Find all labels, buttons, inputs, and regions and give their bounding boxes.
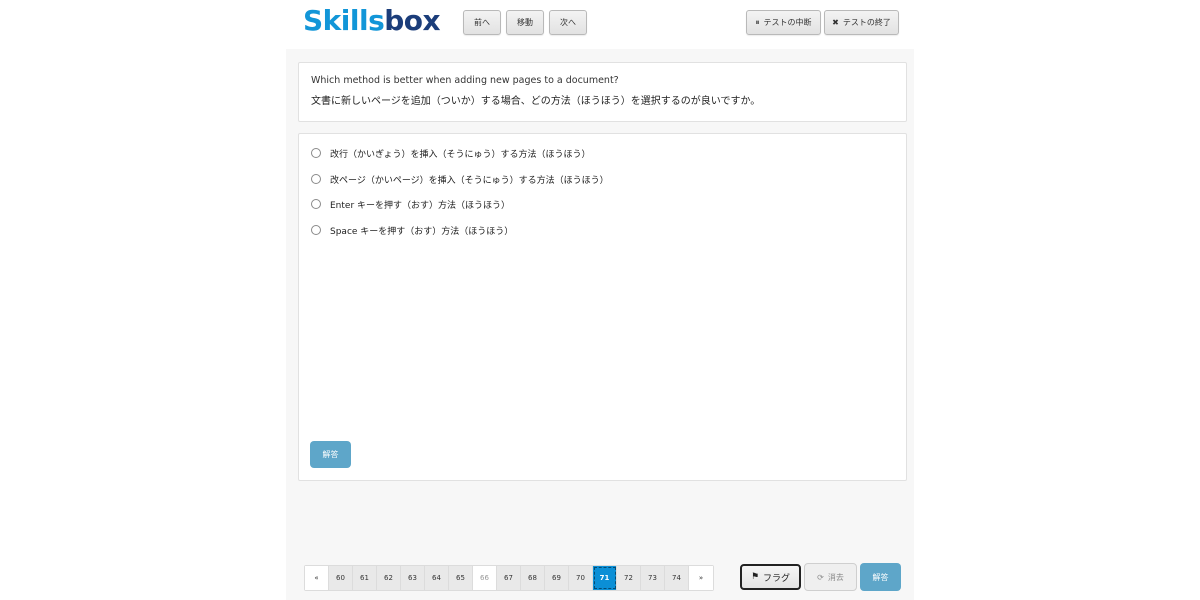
- options-card: 改行（かいぎょう）を挿入（そうにゅう）する方法（ほうほう） 改ページ（かいページ…: [298, 133, 907, 481]
- option-3[interactable]: Enter キーを押す（おす）方法（ほうほう）: [311, 196, 510, 212]
- page-button-current[interactable]: 71: [593, 566, 617, 590]
- flag-label: フラグ: [763, 573, 791, 584]
- option-4[interactable]: Space キーを押す（おす）方法（ほうほう）: [311, 222, 513, 238]
- page-button[interactable]: 69: [545, 566, 569, 590]
- flag-icon: ⚑: [750, 572, 760, 582]
- move-button[interactable]: 移動: [506, 10, 544, 35]
- option-label: Space キーを押す（おす）方法（ほうほう）: [330, 226, 514, 237]
- page-last-button[interactable]: »: [689, 566, 713, 590]
- close-icon: ✖: [832, 18, 839, 27]
- next-button[interactable]: 次へ: [549, 10, 587, 35]
- option-label: 改ページ（かいページ）を挿入（そうにゅう）する方法（ほうほう）: [330, 175, 609, 186]
- page-button[interactable]: 72: [617, 566, 641, 590]
- radio-button[interactable]: [311, 225, 321, 235]
- pagination: « 60 61 62 63 64 65 66 67 68 69 70 71 72…: [304, 565, 714, 591]
- radio-button[interactable]: [311, 174, 321, 184]
- question-card: Which method is better when adding new p…: [298, 62, 907, 122]
- radio-button[interactable]: [311, 199, 321, 209]
- refresh-icon: ⟳: [817, 572, 824, 582]
- next-label: 次へ: [560, 18, 576, 27]
- flag-button[interactable]: ⚑ フラグ: [740, 564, 801, 590]
- logo-part-skills: Skills: [303, 4, 385, 37]
- pause-icon: ⏸: [755, 17, 760, 27]
- option-2[interactable]: 改ページ（かいページ）を挿入（そうにゅう）する方法（ほうほう）: [311, 171, 609, 187]
- pause-test-button[interactable]: ⏸ テストの中断: [746, 10, 821, 35]
- end-test-label: テストの終了: [842, 18, 891, 27]
- prev-label: 前へ: [474, 18, 490, 27]
- page-button[interactable]: 70: [569, 566, 593, 590]
- answer-button[interactable]: 解答: [310, 441, 351, 468]
- clear-button[interactable]: ⟳ 消去: [804, 563, 857, 591]
- clear-label: 消去: [827, 572, 844, 582]
- move-label: 移動: [517, 18, 533, 27]
- skillsbox-logo: Skillsbox: [303, 4, 441, 38]
- page-button[interactable]: 62: [377, 566, 401, 590]
- page-button[interactable]: 65: [449, 566, 473, 590]
- radio-button[interactable]: [311, 148, 321, 158]
- prev-button[interactable]: 前へ: [463, 10, 501, 35]
- page-button[interactable]: 68: [521, 566, 545, 590]
- page-button[interactable]: 61: [353, 566, 377, 590]
- question-english: Which method is better when adding new p…: [311, 75, 619, 86]
- page-button[interactable]: 74: [665, 566, 689, 590]
- footer-answer-button[interactable]: 解答: [860, 563, 901, 591]
- option-label: 改行（かいぎょう）を挿入（そうにゅう）する方法（ほうほう）: [330, 149, 591, 160]
- page-button[interactable]: 64: [425, 566, 449, 590]
- page-button[interactable]: 63: [401, 566, 425, 590]
- question-japanese: 文書に新しいページを追加（ついか）する場合、どの方法（ほうほう）を選択するのが良…: [311, 96, 761, 107]
- logo-part-box: box: [384, 4, 441, 37]
- end-test-button[interactable]: ✖ テストの終了: [824, 10, 899, 35]
- page-button-disabled: 66: [473, 566, 497, 590]
- pause-test-label: テストの中断: [763, 18, 812, 27]
- page-first-button[interactable]: «: [305, 566, 329, 590]
- page-button[interactable]: 73: [641, 566, 665, 590]
- page-button[interactable]: 60: [329, 566, 353, 590]
- option-label: Enter キーを押す（おす）方法（ほうほう）: [330, 200, 511, 211]
- page-button[interactable]: 67: [497, 566, 521, 590]
- option-1[interactable]: 改行（かいぎょう）を挿入（そうにゅう）する方法（ほうほう）: [311, 145, 591, 161]
- test-app: Skillsbox 前へ 移動 次へ ⏸ テストの中断 ✖ テストの終了 Whi…: [286, 0, 914, 600]
- top-bar: Skillsbox 前へ 移動 次へ ⏸ テストの中断 ✖ テストの終了: [286, 0, 914, 49]
